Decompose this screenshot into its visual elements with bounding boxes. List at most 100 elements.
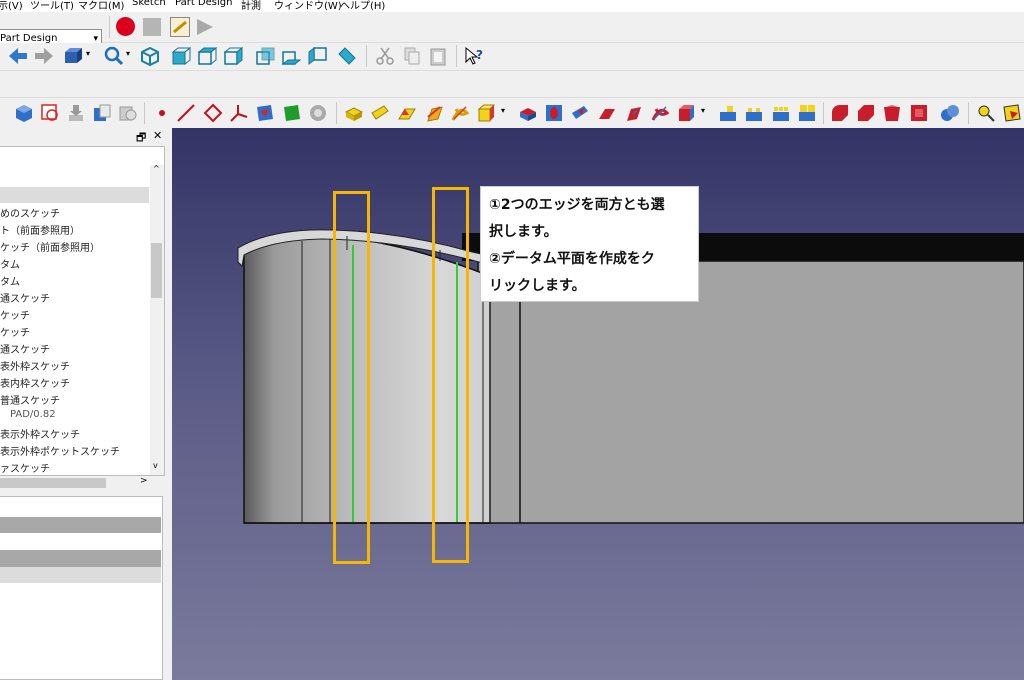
copy-icon[interactable] [402,46,422,66]
chevron-down-icon[interactable]: ▾ [86,49,90,58]
subtractive-box-icon[interactable] [676,103,696,123]
scroll-down-icon[interactable]: v [153,461,158,470]
highlight-frame-left [333,191,370,564]
tree-item[interactable]: タム [0,256,20,271]
shape-binder-icon[interactable] [92,103,112,123]
sprocket-icon[interactable] [1002,103,1022,123]
right-view-icon[interactable] [223,46,244,66]
toolbar-separator [366,45,367,67]
tree-item[interactable]: ト（前面参照用） [0,222,80,237]
menu-sketch[interactable]: Sketch [132,0,166,8]
rear-view-icon[interactable] [255,46,275,66]
subtractive-helix-icon[interactable] [650,103,670,123]
tree-item[interactable]: 表内枠スケッチ [0,375,70,390]
tree-horizontal-scrollbar[interactable]: > [0,476,150,490]
clone-gray-icon[interactable] [308,103,328,123]
tree-item[interactable]: 表示外枠ポケットスケッチ [0,443,120,458]
subtractive-loft-icon[interactable] [597,103,617,123]
chamfer-icon[interactable] [856,103,876,123]
hole-icon[interactable] [544,103,564,123]
polar-pattern-icon[interactable] [771,103,791,123]
top-view-icon[interactable] [197,46,218,66]
chevron-down-icon[interactable]: ▾ [126,49,130,58]
measure-ruler-icon[interactable] [337,46,357,66]
cut-icon[interactable] [375,46,395,66]
tree-item[interactable]: ケッチ [0,324,30,339]
tree-item[interactable]: 表示外枠スケッチ [0,426,80,441]
forward-arrow-icon[interactable] [34,46,54,66]
datum-line-icon[interactable] [176,103,196,123]
revolution-icon[interactable] [370,103,390,123]
menu-measure[interactable]: 計測 [241,0,261,12]
menu-tools[interactable]: ツール(T) [30,0,74,12]
svg-text:?: ? [476,48,483,62]
property-group-row[interactable] [0,517,161,533]
mirrored-icon[interactable] [718,103,738,123]
menu-part-design[interactable]: Part Design [175,0,232,8]
scroll-right-icon[interactable]: > [140,476,148,486]
menu-window[interactable]: ウィンドウ(W) [274,0,342,12]
menu-view[interactable]: 示(V) [0,0,23,12]
combo-view-title-bar: 🗗 ✕ [0,128,170,146]
record-macro-icon[interactable] [116,17,135,36]
sub-shape-binder-icon[interactable] [255,103,275,123]
tree-vertical-scrollbar[interactable]: ^ v [150,164,164,475]
scroll-up-icon[interactable]: ^ [153,164,160,173]
local-coordinate-system-icon[interactable] [229,103,249,123]
menu-macro[interactable]: マクロ(M) [78,0,124,12]
migrate-icon[interactable] [976,103,996,123]
tree-item[interactable]: ケッチ [0,307,30,322]
thickness-icon[interactable] [909,103,929,123]
scrollbar-thumb[interactable] [0,478,106,488]
chevron-down-icon[interactable]: ▾ [501,106,505,115]
run-macro-icon[interactable] [195,17,215,37]
tree-selected-row[interactable] [0,187,149,203]
tree-item[interactable]: タム [0,273,20,288]
tree-item[interactable]: PAD/0.82 [10,409,56,420]
pad-icon[interactable] [344,103,364,123]
additive-helix-icon[interactable] [450,103,470,123]
tree-item[interactable]: めのスケッチ [0,205,60,220]
create-sketch-icon[interactable] [40,103,60,123]
tree-item[interactable]: ケッチ（前面参照用） [0,239,100,254]
subtractive-pipe-icon[interactable] [623,103,643,123]
draft-icon[interactable] [882,103,902,123]
tree-item[interactable]: 通スケッチ [0,341,50,356]
tree-item[interactable]: ァスケッチ [0,460,50,475]
validate-sketch-icon[interactable] [66,103,86,123]
multi-transform-icon[interactable] [797,103,817,123]
left-view-icon[interactable] [307,46,327,66]
groove-icon[interactable] [570,103,590,123]
sync-view-icon[interactable] [62,46,82,66]
scrollbar-thumb[interactable] [151,243,162,298]
zoom-icon[interactable] [104,46,124,66]
chevron-down-icon[interactable]: ▾ [701,106,705,115]
pocket-icon[interactable] [518,103,538,123]
tree-item[interactable]: 表外枠スケッチ [0,358,70,373]
additive-box-icon[interactable] [476,103,496,123]
datum-point-icon[interactable] [152,103,172,123]
whats-this-help-icon[interactable]: ? [464,46,484,66]
edit-macro-icon[interactable] [170,17,190,37]
property-group-row[interactable] [0,550,161,567]
additive-pipe-icon[interactable] [424,103,444,123]
close-icon[interactable]: ✕ [153,129,162,142]
isometric-view-icon[interactable] [140,46,160,67]
stop-macro-icon[interactable] [143,18,161,36]
bottom-view-icon[interactable] [281,46,302,66]
front-view-icon[interactable] [171,46,192,66]
tree-item[interactable]: 普通スケッチ [0,392,60,407]
boolean-icon[interactable] [940,103,960,123]
tree-item[interactable]: 通スケッチ [0,290,50,305]
create-body-icon[interactable] [14,103,34,123]
menu-help[interactable]: ヘルプ(H) [340,0,385,12]
back-arrow-icon[interactable] [8,46,28,66]
additive-loft-icon[interactable] [397,103,417,123]
property-row[interactable] [0,567,161,583]
sub-shape-binder-green-icon[interactable] [282,103,302,123]
linear-pattern-icon[interactable] [744,103,764,123]
paste-icon[interactable] [428,46,448,66]
fillet-icon[interactable] [830,103,850,123]
clone-icon[interactable] [118,103,138,123]
datum-plane-icon[interactable] [203,103,223,123]
